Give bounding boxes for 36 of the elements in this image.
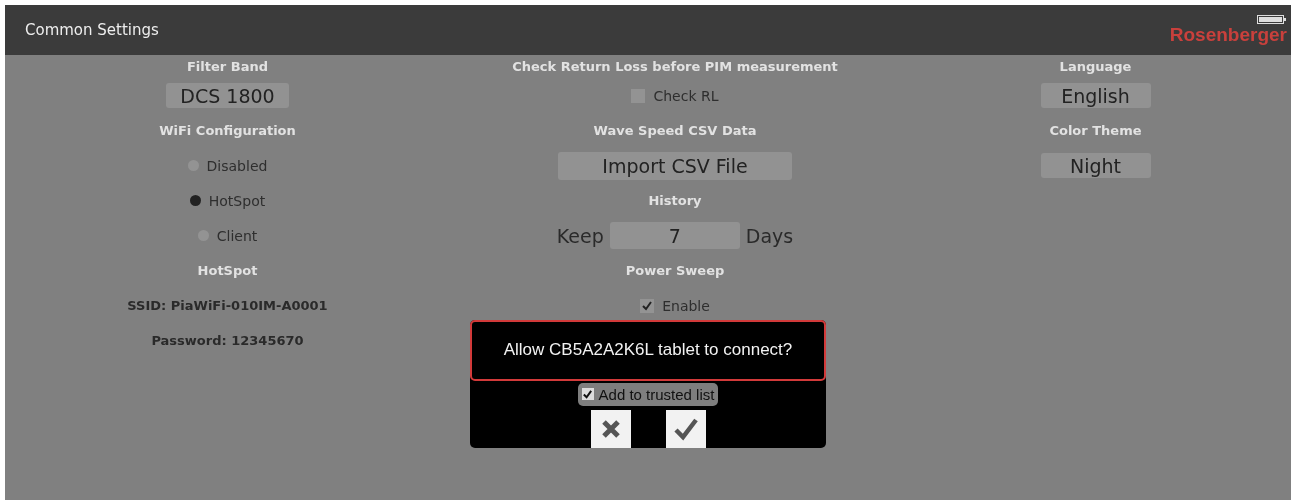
section-heading: Language: [1059, 59, 1132, 74]
dropdown[interactable]: English: [1040, 83, 1151, 108]
section-heading: Power Sweep: [625, 263, 725, 278]
section-heading: Wave Speed CSV Data: [593, 123, 757, 138]
dialog-message: Allow CB5A2A2K6L tablet to connect?: [470, 320, 826, 381]
info-text: Password: 12345670: [151, 333, 304, 348]
section-heading: WiFi Configuration: [159, 123, 296, 138]
checkbox-label: Enable: [662, 297, 710, 314]
trusted-checkbox[interactable]: Add to trusted list: [577, 382, 719, 406]
days-field[interactable]: 7: [609, 222, 740, 249]
checkbox[interactable]: [640, 298, 655, 313]
keep-label: Keep: [556, 224, 604, 247]
radio-button[interactable]: [189, 195, 201, 206]
section-heading: Color Theme: [1049, 123, 1142, 138]
section-heading: Filter Band: [187, 59, 268, 74]
checkbox[interactable]: [581, 388, 594, 401]
section-heading: HotSpot: [197, 263, 258, 278]
checkbox-label: Add to trusted list: [598, 385, 715, 403]
dropdown[interactable]: DCS 1800: [166, 83, 289, 108]
window-title: Common Settings: [25, 21, 159, 39]
import-button[interactable]: Import CSV File: [558, 151, 792, 180]
radio-label: HotSpot: [208, 192, 266, 209]
reject-button[interactable]: [590, 410, 631, 448]
days-label: Days: [745, 224, 794, 247]
info-text: SSID: PiaWiFi-010IM-A0001: [127, 298, 328, 313]
section-heading: History: [648, 193, 702, 208]
checkmark-icon: [672, 417, 699, 441]
radio-label: Disabled: [206, 157, 268, 174]
accept-button[interactable]: [665, 410, 706, 448]
section-heading: Check Return Loss before PIM measurement: [512, 59, 838, 74]
checkbox-label: Check RL: [653, 87, 719, 104]
brand-logo: Rosenberger: [1169, 23, 1287, 46]
battery-icon: [1257, 14, 1287, 24]
radio-label: Client: [216, 227, 258, 244]
dropdown[interactable]: Night: [1040, 153, 1151, 178]
close-icon: [599, 418, 622, 440]
